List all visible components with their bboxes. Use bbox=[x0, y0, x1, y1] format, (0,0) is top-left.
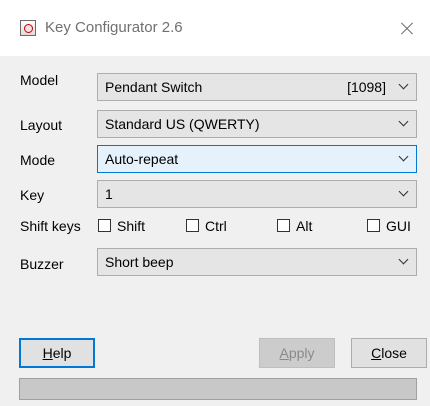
buzzer-dropdown[interactable]: Short beep bbox=[97, 248, 417, 276]
shift-checkbox-label: Shift bbox=[117, 218, 146, 234]
chevron-down-icon bbox=[399, 82, 407, 90]
layout-value: Standard US (QWERTY) bbox=[105, 116, 260, 132]
model-dropdown[interactable]: Pendant Switch [1098] bbox=[97, 73, 417, 101]
status-bar bbox=[19, 378, 417, 400]
chevron-down-icon bbox=[399, 119, 407, 127]
checkbox-box[interactable] bbox=[186, 219, 199, 232]
mode-dropdown[interactable]: Auto-repeat bbox=[97, 145, 417, 173]
model-label: Model bbox=[20, 72, 59, 88]
help-button[interactable]: Help bbox=[19, 338, 95, 368]
shift-keys-label: Shift keys bbox=[20, 218, 81, 234]
key-configurator-window: Key Configurator 2.6 Model Pendant Switc… bbox=[0, 0, 430, 406]
close-label-rest: lose bbox=[381, 345, 407, 361]
buzzer-value: Short beep bbox=[105, 254, 174, 270]
chevron-down-icon bbox=[399, 154, 407, 162]
model-id: [1098] bbox=[347, 79, 386, 95]
mode-value: Auto-repeat bbox=[105, 151, 179, 167]
help-label-rest: elp bbox=[52, 345, 72, 361]
key-value: 1 bbox=[105, 186, 113, 202]
key-dropdown[interactable]: 1 bbox=[97, 180, 417, 208]
title-bar[interactable]: Key Configurator 2.6 bbox=[0, 0, 430, 56]
chevron-down-icon bbox=[399, 257, 407, 265]
close-mnemonic: C bbox=[371, 345, 382, 361]
ctrl-checkbox-label: Ctrl bbox=[205, 218, 227, 234]
checkbox-box[interactable] bbox=[277, 219, 290, 232]
close-icon[interactable] bbox=[396, 18, 418, 40]
alt-checkbox-label: Alt bbox=[296, 218, 313, 234]
mode-label: Mode bbox=[20, 152, 56, 168]
layout-dropdown[interactable]: Standard US (QWERTY) bbox=[97, 110, 417, 138]
apply-mnemonic: A bbox=[279, 345, 289, 361]
chevron-down-icon bbox=[399, 189, 407, 197]
app-icon bbox=[20, 20, 36, 36]
key-label: Key bbox=[20, 187, 45, 203]
apply-label-rest: pply bbox=[288, 345, 315, 361]
help-mnemonic: H bbox=[42, 345, 53, 361]
layout-label: Layout bbox=[20, 117, 63, 133]
gui-checkbox-label: GUI bbox=[386, 218, 411, 234]
buzzer-label: Buzzer bbox=[20, 256, 64, 272]
checkbox-box[interactable] bbox=[367, 219, 380, 232]
checkbox-box[interactable] bbox=[98, 219, 111, 232]
close-button[interactable]: Close bbox=[351, 338, 427, 368]
apply-button[interactable]: Apply bbox=[259, 338, 335, 368]
window-title: Key Configurator 2.6 bbox=[45, 19, 183, 36]
model-value: Pendant Switch bbox=[105, 79, 203, 95]
